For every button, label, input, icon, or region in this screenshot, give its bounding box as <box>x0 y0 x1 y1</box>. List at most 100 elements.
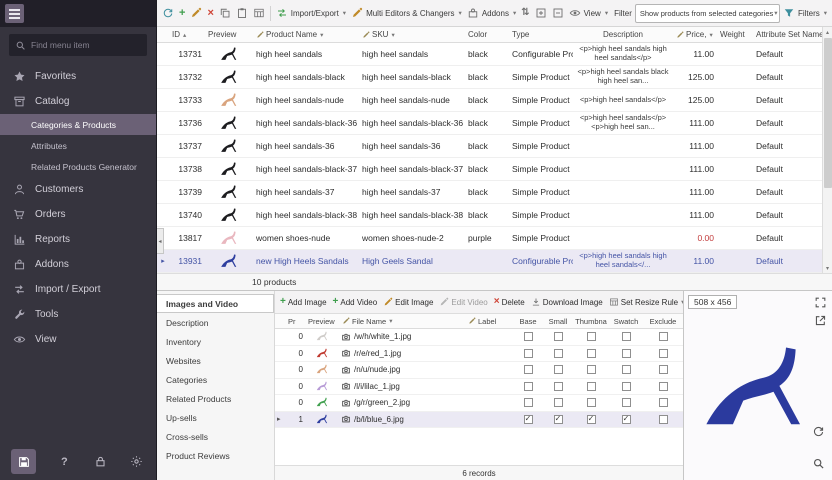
sidebar-item-addons[interactable]: Addons <box>0 252 156 277</box>
sidebar-item-categories-products[interactable]: Categories & Products <box>0 114 156 135</box>
scrollbar-thumb[interactable] <box>824 38 832 188</box>
base-checkbox[interactable] <box>524 382 533 391</box>
base-checkbox[interactable] <box>524 365 533 374</box>
view-menu[interactable]: View▾ <box>567 3 610 24</box>
tab-related-products[interactable]: Related Products <box>157 389 274 408</box>
image-row[interactable]: 0 /l/i/lilac_1.jpg <box>275 379 683 396</box>
image-row[interactable]: 0 /n/u/nude.jpg <box>275 362 683 379</box>
sidebar-item-orders[interactable]: Orders <box>0 202 156 227</box>
col-color[interactable]: Color <box>465 30 509 39</box>
exclude-checkbox[interactable] <box>659 382 668 391</box>
addons-menu[interactable]: Addons▾ <box>465 3 518 24</box>
product-row[interactable]: 13731 high heel sandals high heel sandal… <box>157 43 823 66</box>
zoom-button[interactable] <box>812 457 825 470</box>
small-checkbox[interactable]: ✓ <box>554 415 563 424</box>
delete-product-button[interactable]: × <box>205 3 215 24</box>
sidebar-item-tools[interactable]: Tools <box>0 302 156 327</box>
swatch-checkbox[interactable] <box>622 382 631 391</box>
image-row[interactable]: 0 /g/r/green_2.jpg <box>275 395 683 412</box>
col-small[interactable]: Small <box>543 317 573 326</box>
menu-search-input[interactable] <box>31 40 141 50</box>
product-row[interactable]: 13736 high heel sandals-black-36 high he… <box>157 112 823 135</box>
scroll-up-button[interactable]: ▴ <box>826 27 829 37</box>
lock-button[interactable] <box>93 454 109 470</box>
add-video-button[interactable]: +Add Video <box>331 293 380 311</box>
product-row[interactable]: 13737 high heel sandals-36 high heel san… <box>157 135 823 158</box>
scroll-down-button[interactable]: ▾ <box>826 263 829 273</box>
sidebar-item-view[interactable]: View <box>0 327 156 352</box>
exclude-checkbox[interactable] <box>659 349 668 358</box>
tab-cross-sells[interactable]: Cross-sells <box>157 427 274 446</box>
import-export-menu[interactable]: Import/Export▾ <box>274 3 348 24</box>
exclude-checkbox[interactable] <box>659 332 668 341</box>
swatch-checkbox[interactable] <box>622 332 631 341</box>
delete-image-button[interactable]: ×Delete <box>492 293 527 311</box>
rotate-button[interactable] <box>812 425 825 438</box>
thumbnail-checkbox[interactable] <box>587 398 596 407</box>
settings-button[interactable] <box>129 454 145 470</box>
sidebar-collapse-handle[interactable]: ◂ <box>157 228 164 254</box>
col-attribute-set-name[interactable]: Attribute Set Name <box>753 30 823 39</box>
col-priority[interactable]: Pr <box>285 317 305 326</box>
col-description[interactable]: Description <box>573 30 673 39</box>
thumbnail-checkbox[interactable] <box>587 332 596 341</box>
thumbnail-checkbox[interactable]: ✓ <box>587 415 596 424</box>
tab-inventory[interactable]: Inventory <box>157 332 274 351</box>
col-file-name[interactable]: File Name▾ <box>339 317 465 326</box>
edit-video-button[interactable]: Edit Video <box>437 293 489 311</box>
copy-button[interactable] <box>217 3 233 24</box>
multi-editors-menu[interactable]: Multi Editors & Changers▾ <box>349 3 464 24</box>
download-image-button[interactable]: Download Image <box>529 293 605 311</box>
collapse-all-button[interactable] <box>550 3 566 24</box>
open-external-button[interactable] <box>814 314 827 327</box>
thumbnail-checkbox[interactable] <box>587 382 596 391</box>
sidebar-item-favorites[interactable]: Favorites <box>0 64 156 89</box>
col-id[interactable]: ID▴ <box>169 30 205 39</box>
tab-product-reviews[interactable]: Product Reviews <box>157 446 274 465</box>
small-checkbox[interactable] <box>554 398 563 407</box>
edit-product-button[interactable] <box>188 3 204 24</box>
expand-all-button[interactable] <box>533 3 549 24</box>
base-checkbox[interactable] <box>524 349 533 358</box>
add-product-button[interactable]: + <box>177 3 187 24</box>
col-preview[interactable]: Preview <box>205 30 253 39</box>
tab-images-and-video[interactable]: Images and Video <box>157 294 274 313</box>
col-type[interactable]: Type <box>509 30 573 39</box>
product-row[interactable]: 13739 high heel sandals-37 high heel san… <box>157 181 823 204</box>
swatch-checkbox[interactable] <box>622 349 631 358</box>
fullscreen-button[interactable] <box>814 296 827 309</box>
save-button[interactable] <box>11 449 36 474</box>
col-base[interactable]: Base <box>513 317 543 326</box>
base-checkbox[interactable]: ✓ <box>524 415 533 424</box>
base-checkbox[interactable] <box>524 332 533 341</box>
swatch-checkbox[interactable] <box>622 398 631 407</box>
category-filter-select[interactable]: Show products from selected categories▾ <box>635 4 780 23</box>
add-image-button[interactable]: +Add Image <box>278 293 329 311</box>
exclude-checkbox[interactable] <box>659 398 668 407</box>
small-checkbox[interactable] <box>554 382 563 391</box>
product-row[interactable]: 13738 high heel sandals-black-37 high he… <box>157 158 823 181</box>
sidebar-item-attributes[interactable]: Attributes <box>0 135 156 156</box>
edit-image-button[interactable]: Edit Image <box>381 293 435 311</box>
product-row[interactable]: 13733 high heel sandals-nude high heel s… <box>157 89 823 112</box>
set-resize-rule-button[interactable]: Set Resize Rule▾ <box>607 293 687 311</box>
sidebar-item-customers[interactable]: Customers <box>0 177 156 202</box>
filters-button[interactable]: Filters▾ <box>781 3 829 24</box>
image-row[interactable]: 0 /r/e/red_1.jpg <box>275 346 683 363</box>
col-product-name[interactable]: Product Name▾ <box>253 30 359 39</box>
col-exclude[interactable]: Exclude <box>643 317 683 326</box>
product-row-selected[interactable]: ▸ 13931 new High Heels Sandals High Geel… <box>157 250 823 273</box>
tab-websites[interactable]: Websites <box>157 351 274 370</box>
col-image-preview[interactable]: Preview <box>305 317 339 326</box>
thumbnail-checkbox[interactable] <box>587 349 596 358</box>
sidebar-item-import-export[interactable]: Import / Export <box>0 277 156 302</box>
swatch-checkbox[interactable]: ✓ <box>622 415 631 424</box>
tab-description[interactable]: Description <box>157 313 274 332</box>
col-sku[interactable]: SKU▾ <box>359 30 465 39</box>
sidebar-item-reports[interactable]: Reports <box>0 227 156 252</box>
tab-up-sells[interactable]: Up-sells <box>157 408 274 427</box>
col-thumbnail[interactable]: Thumbna <box>573 317 609 326</box>
exclude-checkbox[interactable] <box>659 365 668 374</box>
col-price[interactable]: Price,▾ <box>673 30 717 39</box>
product-row[interactable]: 13740 high heel sandals-black-38 high he… <box>157 204 823 227</box>
